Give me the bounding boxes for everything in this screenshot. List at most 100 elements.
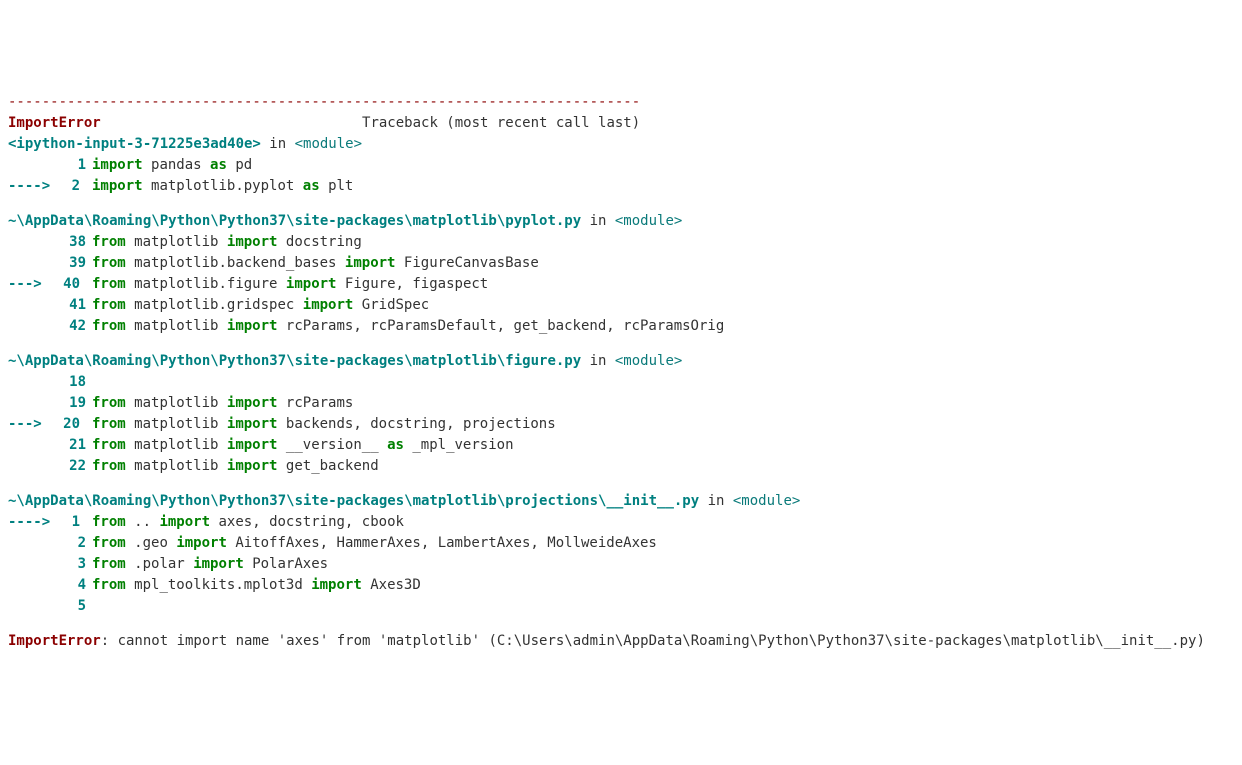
code-token: from bbox=[92, 535, 126, 551]
line-number: 38 bbox=[8, 232, 92, 253]
code-token: cbook bbox=[362, 514, 404, 530]
frame-in-text: in bbox=[261, 136, 295, 152]
line-number: 5 bbox=[8, 596, 92, 617]
code-token: figaspect bbox=[412, 276, 488, 292]
frame-module-tag: <module> bbox=[295, 136, 362, 152]
code-token: matplotlib bbox=[134, 297, 218, 313]
code-token: , bbox=[606, 318, 614, 334]
code-token: from bbox=[92, 437, 126, 453]
code-line: 4from mpl_toolkits.mplot3d import Axes3D bbox=[8, 575, 1234, 596]
line-gutter: ---> 20 bbox=[8, 414, 92, 435]
code-token: matplotlib bbox=[134, 318, 218, 334]
code-token: import bbox=[303, 297, 354, 313]
code-content: from matplotlib import rcParams, rcParam… bbox=[92, 316, 1234, 337]
code-token: docstring bbox=[286, 234, 362, 250]
code-line: 19from matplotlib import rcParams bbox=[8, 393, 1234, 414]
code-token: Axes3D bbox=[370, 577, 421, 593]
code-token: import bbox=[92, 157, 143, 173]
code-content: from matplotlib import __version__ as _m… bbox=[92, 435, 1234, 456]
code-token: matplotlib bbox=[134, 255, 218, 271]
code-token: . bbox=[235, 178, 243, 194]
code-token: from bbox=[92, 416, 126, 432]
frame-spacer bbox=[8, 337, 1234, 351]
code-token: , bbox=[345, 514, 353, 530]
frame-in-text: in bbox=[581, 213, 615, 229]
code-token: backend_bases bbox=[227, 255, 337, 271]
code-line: 22from matplotlib import get_backend bbox=[8, 456, 1234, 477]
code-token: matplotlib bbox=[134, 458, 218, 474]
traceback-separator: ----------------------------------------… bbox=[8, 92, 1234, 113]
code-line: ---> 40from matplotlib.figure import Fig… bbox=[8, 274, 1234, 295]
line-number: 42 bbox=[8, 316, 92, 337]
line-number: 20 bbox=[63, 414, 86, 435]
code-content: from matplotlib.figure import Figure, fi… bbox=[92, 274, 1234, 295]
code-content: from matplotlib import rcParams bbox=[92, 393, 1234, 414]
code-token: import bbox=[159, 514, 210, 530]
code-content: from matplotlib import get_backend bbox=[92, 456, 1234, 477]
code-token: import bbox=[227, 437, 278, 453]
code-token: rcParamsOrig bbox=[623, 318, 724, 334]
line-number: 40 bbox=[63, 274, 86, 295]
traceback-header: ImportError Traceback (most recent call … bbox=[8, 113, 1234, 134]
code-token: pyplot bbox=[244, 178, 295, 194]
code-token: . bbox=[218, 276, 226, 292]
frame-in-text: in bbox=[699, 493, 733, 509]
code-token: , bbox=[320, 535, 328, 551]
line-number: 1 bbox=[72, 512, 86, 533]
code-token: Figure bbox=[345, 276, 396, 292]
code-line: 38from matplotlib import docstring bbox=[8, 232, 1234, 253]
code-token: as bbox=[210, 157, 227, 173]
code-token: . bbox=[134, 556, 142, 572]
code-token: from bbox=[92, 577, 126, 593]
code-token: GridSpec bbox=[362, 297, 429, 313]
frame-file-path: ~\AppData\Roaming\Python\Python37\site-p… bbox=[8, 493, 699, 509]
code-token: , bbox=[446, 416, 454, 432]
line-number: 2 bbox=[72, 176, 86, 197]
code-content bbox=[92, 596, 1234, 617]
code-token: mpl_toolkits bbox=[134, 577, 235, 593]
frame-spacer bbox=[8, 617, 1234, 631]
code-line: 1import pandas as pd bbox=[8, 155, 1234, 176]
code-token: matplotlib bbox=[134, 437, 218, 453]
final-error-message: : cannot import name 'axes' from 'matplo… bbox=[101, 633, 1205, 649]
line-number: 3 bbox=[8, 554, 92, 575]
line-number: 19 bbox=[8, 393, 92, 414]
error-name: ImportError bbox=[8, 115, 101, 131]
code-token: from bbox=[92, 297, 126, 313]
line-gutter: ----> 1 bbox=[8, 512, 92, 533]
code-token: , bbox=[353, 416, 361, 432]
final-error-line: ImportError: cannot import name 'axes' f… bbox=[8, 631, 1234, 652]
code-token: __version__ bbox=[286, 437, 379, 453]
code-line: 18 bbox=[8, 372, 1234, 393]
code-token: get_backend bbox=[286, 458, 379, 474]
code-token: , bbox=[252, 514, 260, 530]
traceback-output: ----------------------------------------… bbox=[8, 92, 1234, 652]
code-token: rcParamsDefault bbox=[370, 318, 496, 334]
code-token: .. bbox=[134, 514, 151, 530]
code-token: from bbox=[92, 234, 126, 250]
frame-location: ~\AppData\Roaming\Python\Python37\site-p… bbox=[8, 491, 1234, 512]
code-line: 41from matplotlib.gridspec import GridSp… bbox=[8, 295, 1234, 316]
code-content: from matplotlib import backends, docstri… bbox=[92, 414, 1234, 435]
code-token: as bbox=[303, 178, 320, 194]
frame-file-path: ~\AppData\Roaming\Python\Python37\site-p… bbox=[8, 353, 581, 369]
code-token: get_backend bbox=[514, 318, 607, 334]
code-line: ---> 20from matplotlib import backends, … bbox=[8, 414, 1234, 435]
code-token: , bbox=[396, 276, 404, 292]
code-token: _mpl_version bbox=[412, 437, 513, 453]
code-token: geo bbox=[143, 535, 168, 551]
line-number: 4 bbox=[8, 575, 92, 596]
code-token: import bbox=[311, 577, 362, 593]
frame-location: ~\AppData\Roaming\Python\Python37\site-p… bbox=[8, 351, 1234, 372]
code-content: from .geo import AitoffAxes, HammerAxes,… bbox=[92, 533, 1234, 554]
code-token: from bbox=[92, 458, 126, 474]
code-token: axes bbox=[218, 514, 252, 530]
arrow-indicator: ---> bbox=[8, 414, 63, 435]
code-line: 39from matplotlib.backend_bases import F… bbox=[8, 253, 1234, 274]
code-token: . bbox=[218, 297, 226, 313]
code-line: ----> 1from .. import axes, docstring, c… bbox=[8, 512, 1234, 533]
line-number: 1 bbox=[8, 155, 92, 176]
code-token: matplotlib bbox=[134, 416, 218, 432]
code-token: pd bbox=[235, 157, 252, 173]
code-token: projections bbox=[463, 416, 556, 432]
